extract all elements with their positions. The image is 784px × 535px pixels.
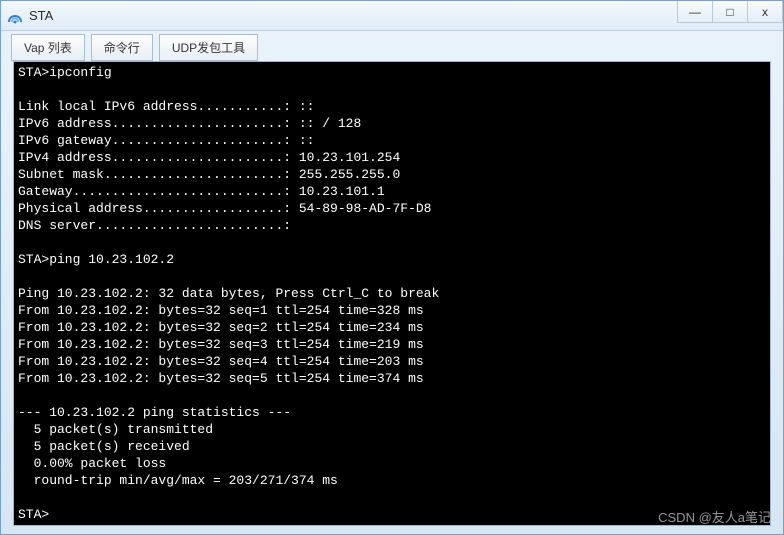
tab-bar: Vap 列表 命令行 UDP发包工具 bbox=[1, 31, 783, 61]
tab-udp[interactable]: UDP发包工具 bbox=[159, 34, 258, 61]
app-window: STA — □ x Vap 列表 命令行 UDP发包工具 STA>ipconfi… bbox=[0, 0, 784, 535]
tab-cmd[interactable]: 命令行 bbox=[91, 34, 153, 61]
titlebar[interactable]: STA — □ x bbox=[1, 1, 783, 31]
minimize-button[interactable]: — bbox=[677, 1, 713, 23]
window-controls: — □ x bbox=[678, 1, 783, 23]
terminal-output: STA>ipconfig Link local IPv6 address....… bbox=[18, 64, 766, 523]
terminal-panel[interactable]: STA>ipconfig Link local IPv6 address....… bbox=[13, 61, 771, 526]
window-title: STA bbox=[29, 8, 777, 23]
maximize-button[interactable]: □ bbox=[712, 1, 748, 23]
close-button[interactable]: x bbox=[747, 1, 783, 23]
network-icon bbox=[7, 8, 23, 24]
tab-vap-list[interactable]: Vap 列表 bbox=[11, 34, 85, 61]
